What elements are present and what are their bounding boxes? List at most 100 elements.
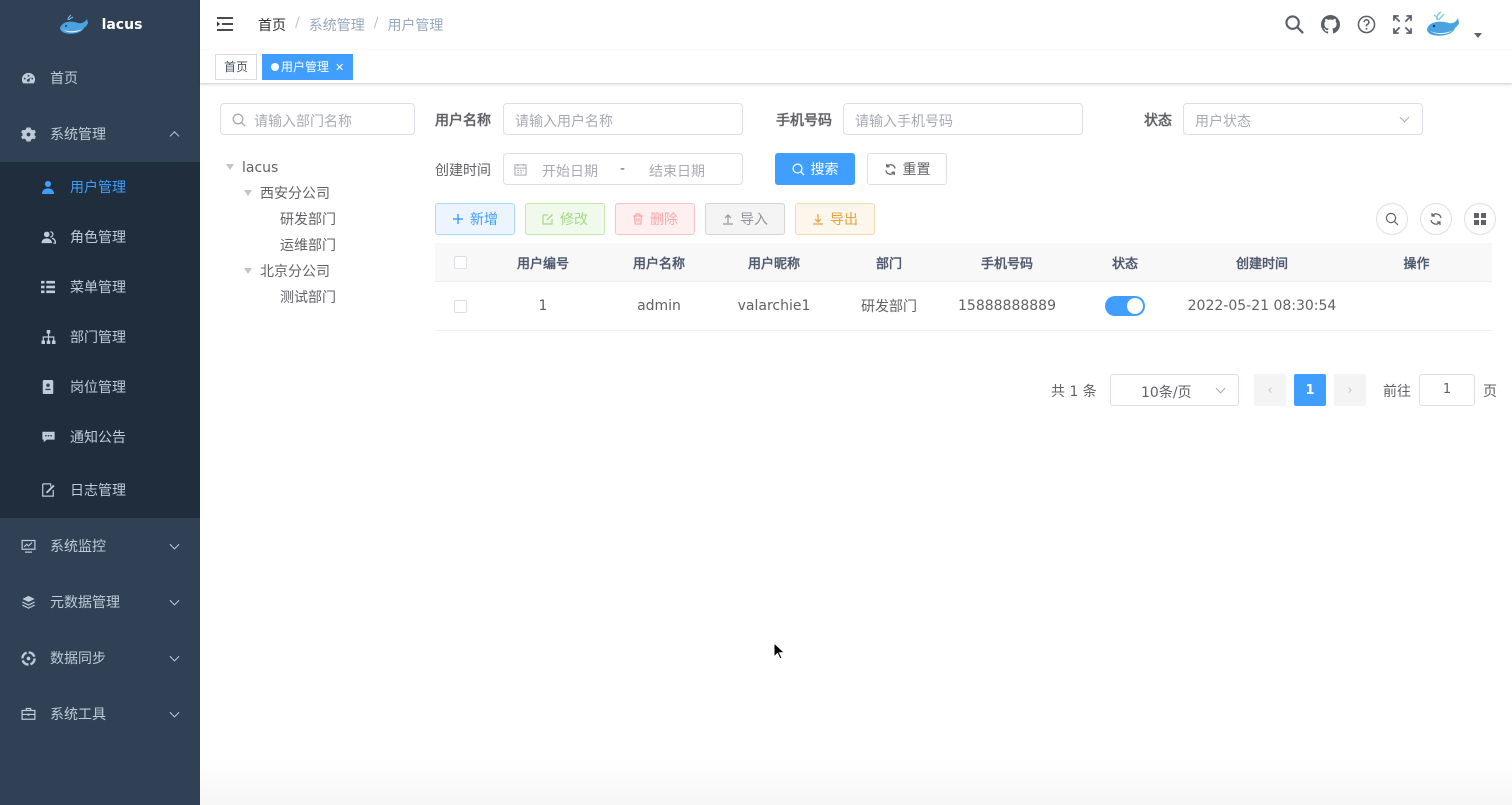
caret-down-icon[interactable] (1474, 33, 1482, 38)
goto-label: 前往 (1383, 384, 1411, 400)
select-all-checkbox[interactable] (453, 255, 467, 269)
tag-home[interactable]: 首页 (215, 54, 258, 80)
next-page-button[interactable]: › (1334, 374, 1366, 406)
menu-item-tools[interactable]: 系统工具 (0, 686, 200, 742)
breadcrumb-item: 用户管理 (387, 18, 444, 34)
breadcrumb-separator: / (373, 15, 379, 31)
table-row[interactable]: 1 admin valarchie1 研发部门 15888888889 2022… (435, 282, 1492, 331)
logo[interactable]: lacus (0, 0, 200, 50)
button-label: 重置 (902, 162, 931, 178)
user-avatar[interactable] (1424, 10, 1462, 40)
goto-page-input[interactable]: 1 (1419, 374, 1475, 406)
layers-icon (20, 594, 36, 610)
end-date-placeholder[interactable]: 结束日期 (649, 161, 705, 181)
date-range-picker[interactable]: 开始日期 - 结束日期 (503, 153, 743, 185)
close-icon[interactable]: ✕ (335, 61, 344, 74)
tree-node-label: 测试部门 (280, 290, 336, 306)
toolbox-icon (20, 706, 36, 722)
sidebar-item-label: 日志管理 (70, 483, 126, 499)
chevron-up-icon (169, 131, 180, 142)
nav-icons (1284, 14, 1412, 34)
search-button[interactable]: 搜索 (775, 153, 855, 185)
breadcrumb-item: 系统管理 (308, 18, 365, 34)
status-select[interactable]: 用户状态 (1183, 103, 1423, 135)
tree-node[interactable]: 测试部门 (280, 285, 336, 311)
page-number-button[interactable]: 1 (1294, 374, 1326, 406)
caret-down-icon[interactable] (244, 268, 252, 274)
menu-item-datasync[interactable]: 数据同步 (0, 630, 200, 686)
cell-phone: 15888888889 (958, 298, 1056, 314)
phone-input[interactable]: 请输入手机号码 (843, 103, 1083, 135)
toggle-search-button[interactable] (1376, 203, 1408, 235)
reset-button[interactable]: 重置 (867, 153, 947, 185)
range-separator: - (620, 161, 626, 177)
fullscreen-icon[interactable] (1392, 14, 1412, 34)
sidebar-item-roles[interactable]: 角色管理 (0, 212, 200, 262)
hamburger-icon[interactable] (216, 15, 234, 33)
chevron-left-icon: ‹ (1267, 382, 1273, 398)
button-label: 搜索 (810, 162, 839, 178)
export-button[interactable]: 导出 (795, 203, 875, 235)
search-icon[interactable] (1284, 14, 1304, 34)
column-header[interactable]: 用户昵称 (717, 253, 831, 272)
tag-label: 用户管理 (281, 60, 330, 74)
columns-button[interactable] (1464, 203, 1496, 235)
column-header[interactable]: 部门 (831, 253, 947, 272)
import-button[interactable]: 导入 (705, 203, 785, 235)
page-size-value: 10条/页 (1141, 385, 1192, 401)
caret-down-icon[interactable] (244, 190, 252, 196)
column-header[interactable]: 创建时间 (1183, 253, 1341, 272)
sidebar-item-label: 通知公告 (70, 430, 126, 446)
caret-down-icon[interactable] (226, 164, 234, 170)
sidebar-item-label: 岗位管理 (70, 380, 126, 396)
menu-item-monitor[interactable]: 系统监控 (0, 518, 200, 574)
edit-icon (542, 214, 553, 225)
breadcrumb-item[interactable]: 首页 (258, 15, 286, 35)
tree-node[interactable]: 运维部门 (280, 233, 336, 259)
button-label: 删除 (650, 212, 678, 228)
start-date-placeholder[interactable]: 开始日期 (542, 161, 598, 181)
column-header[interactable]: 用户编号 (485, 253, 601, 272)
tree-node[interactable]: 西安分公司 (244, 181, 330, 207)
sidebar-item-logs[interactable]: 日志管理 (0, 462, 200, 518)
tag-user-management[interactable]: 用户管理 ✕ (262, 54, 354, 80)
plus-icon (453, 214, 463, 224)
placeholder: 用户状态 (1195, 114, 1251, 130)
tree-node[interactable]: 研发部门 (280, 207, 336, 233)
github-icon[interactable] (1320, 14, 1340, 34)
help-icon[interactable] (1356, 14, 1376, 34)
delete-button[interactable]: 删除 (615, 203, 695, 235)
page-size-select[interactable]: 10条/页 (1110, 374, 1239, 406)
prev-page-button[interactable]: ‹ (1254, 374, 1286, 406)
edit-button[interactable]: 修改 (525, 203, 605, 235)
menu-item-label: 系统监控 (50, 539, 106, 555)
dept-search-input[interactable]: 请输入部门名称 (220, 103, 415, 135)
sidebar-item-notices[interactable]: 通知公告 (0, 412, 200, 462)
tree-node[interactable]: lacus (226, 155, 278, 181)
monitor-icon (20, 538, 36, 554)
add-button[interactable]: 新增 (435, 203, 515, 235)
tree-node[interactable]: 北京分公司 (244, 259, 330, 285)
sidebar-item-users[interactable]: 用户管理 (0, 162, 200, 212)
menu-item-label: 系统工具 (50, 707, 106, 723)
tree-node-label: lacus (242, 160, 279, 176)
sidebar-item-posts[interactable]: 岗位管理 (0, 362, 200, 412)
refresh-button[interactable] (1420, 203, 1452, 235)
menu-item-metadata[interactable]: 元数据管理 (0, 574, 200, 630)
sidebar-item-menus[interactable]: 菜单管理 (0, 262, 200, 312)
menu-item-label: 元数据管理 (50, 595, 120, 611)
button-label: 新增 (470, 212, 498, 228)
sidebar-item-label: 用户管理 (70, 180, 126, 196)
column-header[interactable]: 状态 (1067, 253, 1183, 272)
menu-item-home[interactable]: 首页 (0, 50, 200, 106)
column-header[interactable]: 手机号码 (947, 253, 1067, 272)
column-header[interactable]: 用户名称 (601, 253, 717, 272)
row-checkbox[interactable] (453, 299, 467, 313)
sidebar-item-depts[interactable]: 部门管理 (0, 312, 200, 362)
status-switch[interactable] (1105, 296, 1145, 316)
username-input[interactable]: 请输入用户名称 (503, 103, 743, 135)
placeholder: 请输入用户名称 (515, 114, 613, 130)
menu-item-system[interactable]: 系统管理 (0, 106, 200, 162)
user-table: 用户编号 用户名称 用户昵称 部门 手机号码 状态 创建时间 操作 1 admi… (435, 243, 1492, 331)
log-icon (40, 482, 56, 498)
